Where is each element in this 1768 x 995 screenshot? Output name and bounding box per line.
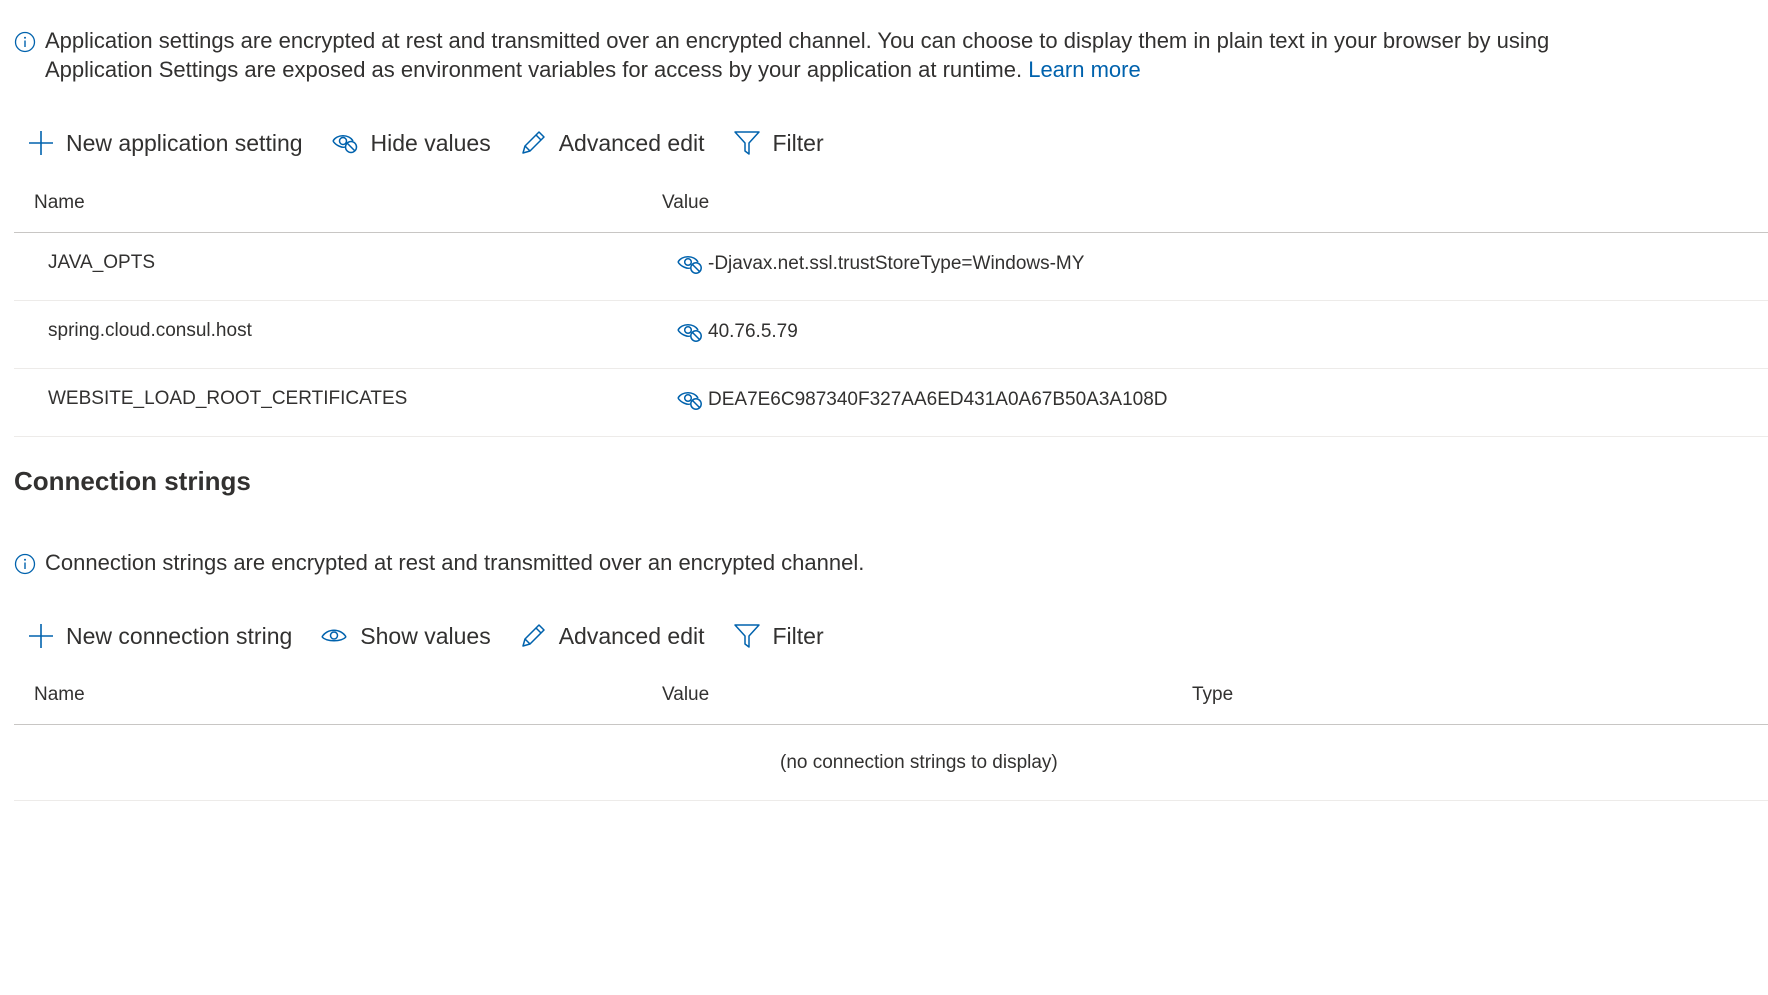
connection-strings-info: Connection strings are encrypted at rest… [14, 548, 864, 577]
setting-value: 40.76.5.79 [676, 320, 798, 344]
advanced-edit-button[interactable]: Advanced edit [519, 622, 705, 650]
empty-state-row: (no connection strings to display) [14, 724, 1768, 801]
setting-value: DEA7E6C987340F327AA6ED431A0A67B50A3A108D [676, 388, 1168, 412]
info-icon [14, 553, 36, 575]
empty-state-text: (no connection strings to display) [780, 752, 1058, 773]
show-values-button[interactable]: Show values [320, 622, 491, 650]
app-settings-info: Application settings are encrypted at re… [14, 26, 1549, 84]
hide-values-button[interactable]: Hide values [331, 130, 491, 157]
filter-icon [733, 131, 760, 155]
setting-name[interactable]: spring.cloud.consul.host [48, 320, 252, 342]
filter-button[interactable]: Filter [733, 129, 824, 157]
setting-value-text: -Djavax.net.ssl.trustStoreType=Windows-M… [708, 253, 1085, 274]
column-header-type[interactable]: Type [1192, 684, 1233, 706]
hide-values-label: Hide values [370, 129, 491, 156]
plus-icon [29, 624, 53, 648]
plus-icon [29, 131, 53, 155]
eye-hide-icon [331, 135, 357, 154]
connection-strings-grid-header: Name Value Type [14, 668, 1768, 725]
filter-label: Filter [772, 622, 824, 649]
pencil-icon [521, 131, 545, 154]
app-settings-info-line2-text: Application Settings are exposed as envi… [45, 57, 1023, 82]
filter-icon [733, 624, 760, 648]
app-settings-toolbar: New application setting Hide values Adva… [28, 129, 852, 157]
filter-label: Filter [772, 129, 824, 156]
advanced-edit-label: Advanced edit [558, 622, 705, 649]
connection-strings-info-text: Connection strings are encrypted at rest… [45, 550, 865, 575]
filter-button[interactable]: Filter [733, 622, 824, 650]
new-connection-string-label: New connection string [66, 622, 293, 649]
learn-more-link[interactable]: Learn more [1028, 57, 1141, 82]
table-row[interactable]: WEBSITE_LOAD_ROOT_CERTIFICATES DEA7E6C98… [14, 368, 1768, 437]
column-header-name[interactable]: Name [34, 684, 85, 706]
app-settings-info-line1: Application settings are encrypted at re… [45, 28, 1550, 53]
app-settings-grid-header: Name Value [14, 176, 1768, 233]
configuration-page: Application settings are encrypted at re… [0, 0, 1768, 995]
new-application-setting-label: New application setting [66, 129, 303, 156]
setting-value-text: DEA7E6C987340F327AA6ED431A0A67B50A3A108D [708, 389, 1168, 410]
eye-hide-icon[interactable] [676, 252, 704, 276]
new-application-setting-button[interactable]: New application setting [28, 130, 303, 157]
setting-value-text: 40.76.5.79 [708, 321, 798, 342]
eye-icon [321, 629, 347, 642]
eye-hide-icon[interactable] [676, 388, 704, 412]
advanced-edit-label: Advanced edit [558, 129, 705, 156]
setting-value: -Djavax.net.ssl.trustStoreType=Windows-M… [676, 252, 1084, 276]
app-settings-info-text: Application settings are encrypted at re… [45, 26, 1549, 84]
column-header-value[interactable]: Value [662, 192, 709, 214]
column-header-name[interactable]: Name [34, 192, 85, 214]
connection-strings-title: Connection strings [14, 466, 251, 496]
setting-name[interactable]: JAVA_OPTS [48, 252, 155, 274]
setting-name[interactable]: WEBSITE_LOAD_ROOT_CERTIFICATES [48, 388, 407, 410]
info-icon [14, 31, 36, 53]
eye-hide-icon[interactable] [676, 320, 704, 344]
new-connection-string-button[interactable]: New connection string [28, 623, 292, 650]
table-row[interactable]: JAVA_OPTS -Djavax.net.ssl.trustStoreType… [14, 232, 1768, 301]
table-row[interactable]: spring.cloud.consul.host 40.76.5.79 [14, 300, 1768, 369]
advanced-edit-button[interactable]: Advanced edit [519, 129, 705, 157]
app-settings-info-line2: Application Settings are exposed as envi… [45, 55, 1549, 84]
show-values-label: Show values [360, 622, 491, 649]
connection-strings-toolbar: New connection string Show values Advanc… [28, 622, 852, 650]
column-header-value[interactable]: Value [662, 684, 709, 706]
pencil-icon [521, 624, 545, 647]
